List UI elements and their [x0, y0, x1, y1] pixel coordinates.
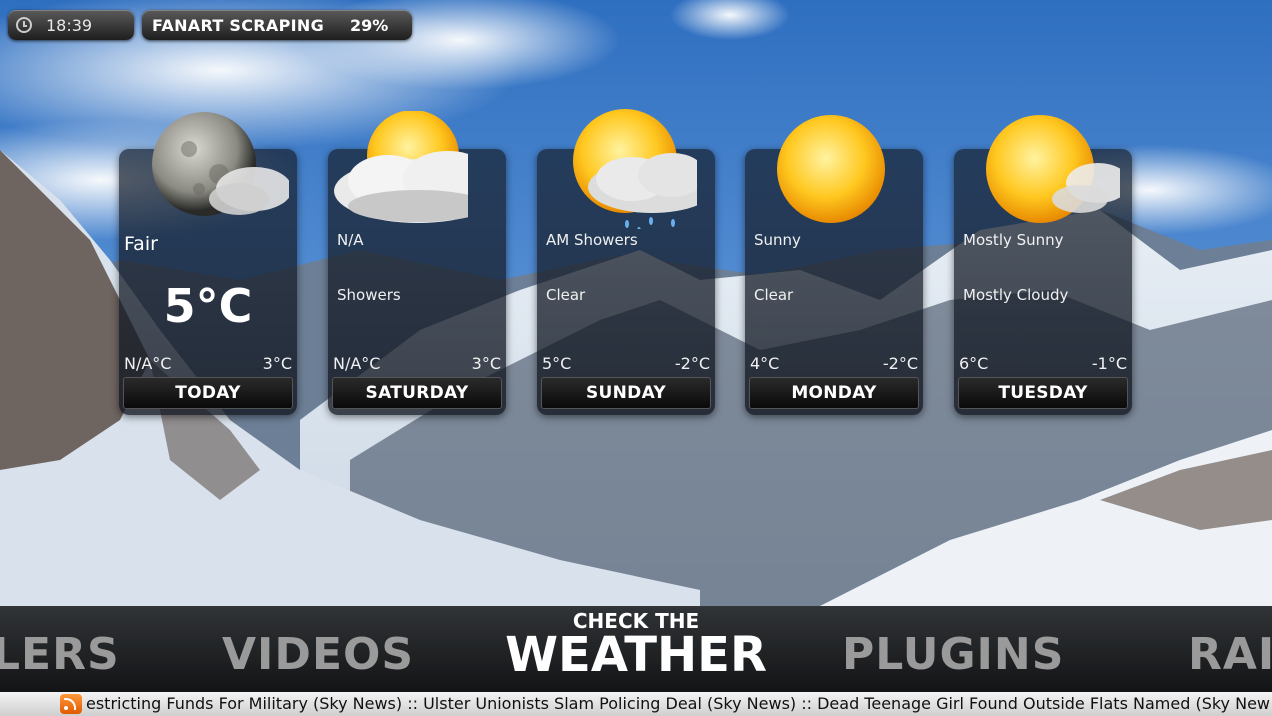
low-temperature: N/A°C	[124, 354, 172, 373]
condition-line-1: N/A	[337, 231, 364, 249]
menu-item-title: WEATHER	[505, 627, 767, 683]
high-temperature: -1°C	[1091, 354, 1127, 373]
condition-line-1: AM Showers	[546, 231, 638, 249]
low-temperature: N/A°C	[333, 354, 381, 373]
forecast-card-saturday[interactable]: N/A Showers N/A°C 3°C SATURDAY	[328, 111, 506, 415]
home-menu-bar: LERS VIDEOS CHECK THE WEATHER PLUGINS RA…	[0, 606, 1272, 693]
menu-item-plugins[interactable]: PLUGINS	[842, 629, 1064, 680]
clock-time: 18:39	[46, 15, 93, 35]
high-temperature: 3°C	[471, 354, 501, 373]
rss-ticker: estricting Funds For Military (Sky News)…	[0, 692, 1272, 716]
rss-icon	[60, 694, 82, 714]
high-temperature: -2°C	[674, 354, 710, 373]
forecast-card-today[interactable]: Fair 5°C N/A°C 3°C TODAY	[119, 112, 297, 415]
current-temperature: 5°C	[163, 279, 253, 333]
clock-widget: 18:39	[8, 10, 134, 40]
sun-rain-cloud-icon	[573, 109, 697, 229]
forecast-card-sunday[interactable]: AM Showers Clear 5°C -2°C SUNDAY	[537, 109, 715, 415]
menu-item-partial-right[interactable]: RAI	[1188, 629, 1272, 680]
condition-line-2: Clear	[754, 286, 794, 304]
day-label: TUESDAY	[958, 377, 1128, 409]
condition-line-2: Mostly Cloudy	[963, 286, 1069, 304]
task-label: FANART SCRAPING	[152, 15, 325, 35]
forecast-card-tuesday[interactable]: Mostly Sunny Mostly Cloudy 6°C -1°C TUES…	[954, 115, 1132, 415]
condition-line-2: Clear	[546, 286, 586, 304]
background-task-status: FANART SCRAPING 29%	[142, 10, 412, 40]
day-label: SUNDAY	[541, 377, 711, 409]
sun-small-cloud-icon	[986, 115, 1120, 223]
high-temperature: 3°C	[262, 354, 292, 373]
condition-line-1: Sunny	[754, 231, 801, 249]
day-label: MONDAY	[749, 377, 919, 409]
task-progress: 29%	[350, 15, 389, 35]
low-temperature: 6°C	[959, 354, 989, 373]
low-temperature: 5°C	[542, 354, 572, 373]
day-label: TODAY	[123, 377, 293, 409]
forecast-card-monday[interactable]: Sunny Clear 4°C -2°C MONDAY	[745, 115, 923, 415]
current-condition: Fair	[124, 233, 158, 255]
condition-line-1: Mostly Sunny	[963, 231, 1064, 249]
ticker-text[interactable]: estricting Funds For Military (Sky News)…	[86, 694, 1270, 713]
low-temperature: 4°C	[750, 354, 780, 373]
moon-cloud-icon	[152, 112, 289, 216]
sun-icon	[777, 115, 885, 223]
day-label: SATURDAY	[332, 377, 502, 409]
condition-line-2: Showers	[337, 286, 401, 304]
high-temperature: -2°C	[882, 354, 918, 373]
sun-cloud-icon	[334, 111, 468, 223]
clock-icon	[16, 17, 32, 33]
